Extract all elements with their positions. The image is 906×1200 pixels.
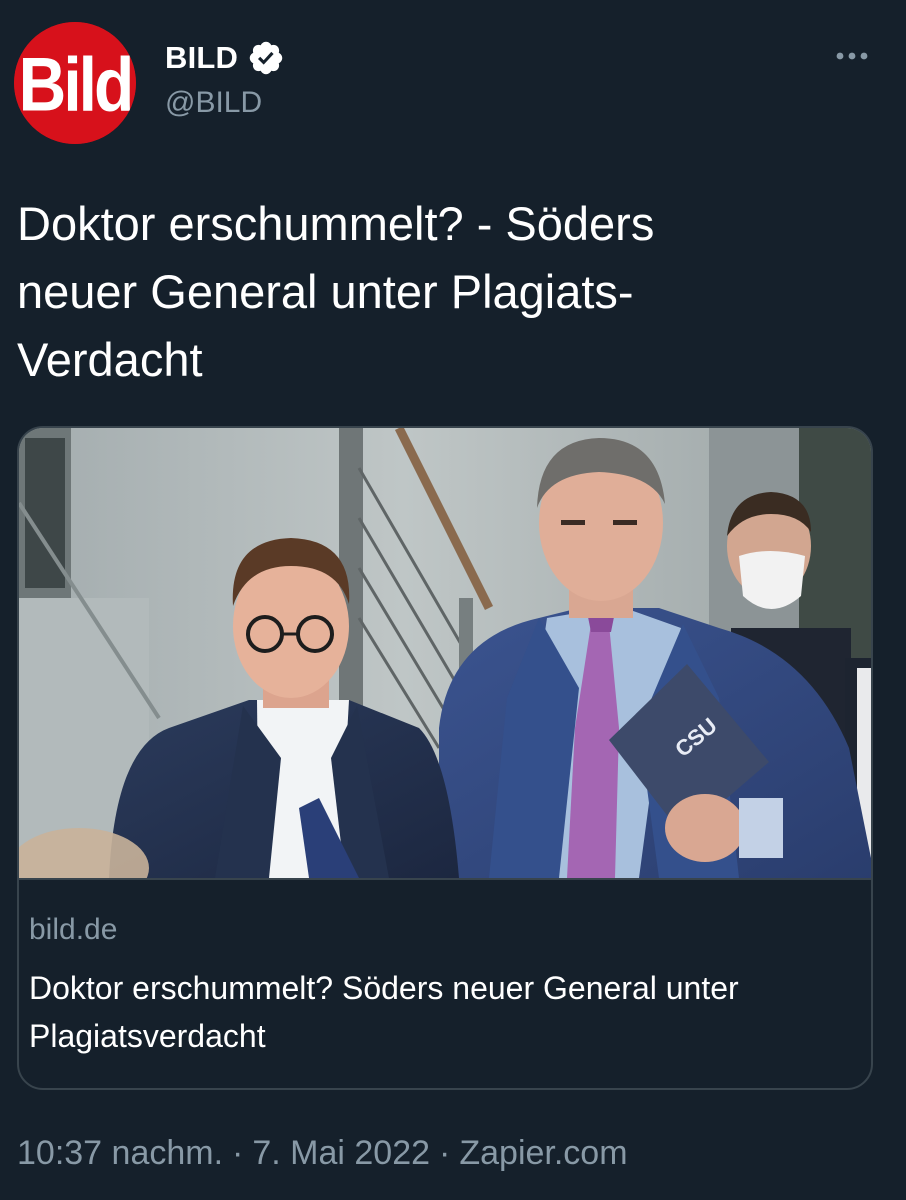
more-options-button[interactable] — [828, 40, 876, 72]
more-horizontal-icon — [836, 52, 868, 60]
avatar[interactable]: Bild — [14, 22, 136, 144]
tweet-date[interactable]: 7. Mai 2022 — [252, 1134, 430, 1173]
meta-separator: · — [232, 1134, 244, 1172]
photo-image: CSU — [19, 428, 871, 878]
verified-badge-icon — [247, 39, 285, 77]
tweet-text: Doktor erschummelt? - Söders neuer Gener… — [17, 197, 655, 386]
author-handle[interactable]: @BILD — [165, 86, 262, 120]
tweet-time[interactable]: 10:37 nachm. — [17, 1134, 223, 1173]
tweet-meta: 10:37 nachm. · 7. Mai 2022 · Zapier.com — [17, 1134, 628, 1173]
card-divider — [19, 878, 871, 880]
display-name[interactable]: BILD — [165, 40, 238, 76]
bild-logo: Bild — [14, 22, 136, 144]
card-title[interactable]: Doktor erschummelt? Söders neuer General… — [29, 964, 829, 1060]
author-name-row[interactable]: BILD — [165, 36, 285, 80]
avatar-logo-text: Bild — [19, 43, 132, 127]
tweet-source[interactable]: Zapier.com — [459, 1134, 627, 1173]
meta-separator: · — [439, 1134, 451, 1172]
card-image[interactable]: CSU — [19, 428, 871, 878]
card-domain[interactable]: bild.de — [29, 913, 117, 947]
